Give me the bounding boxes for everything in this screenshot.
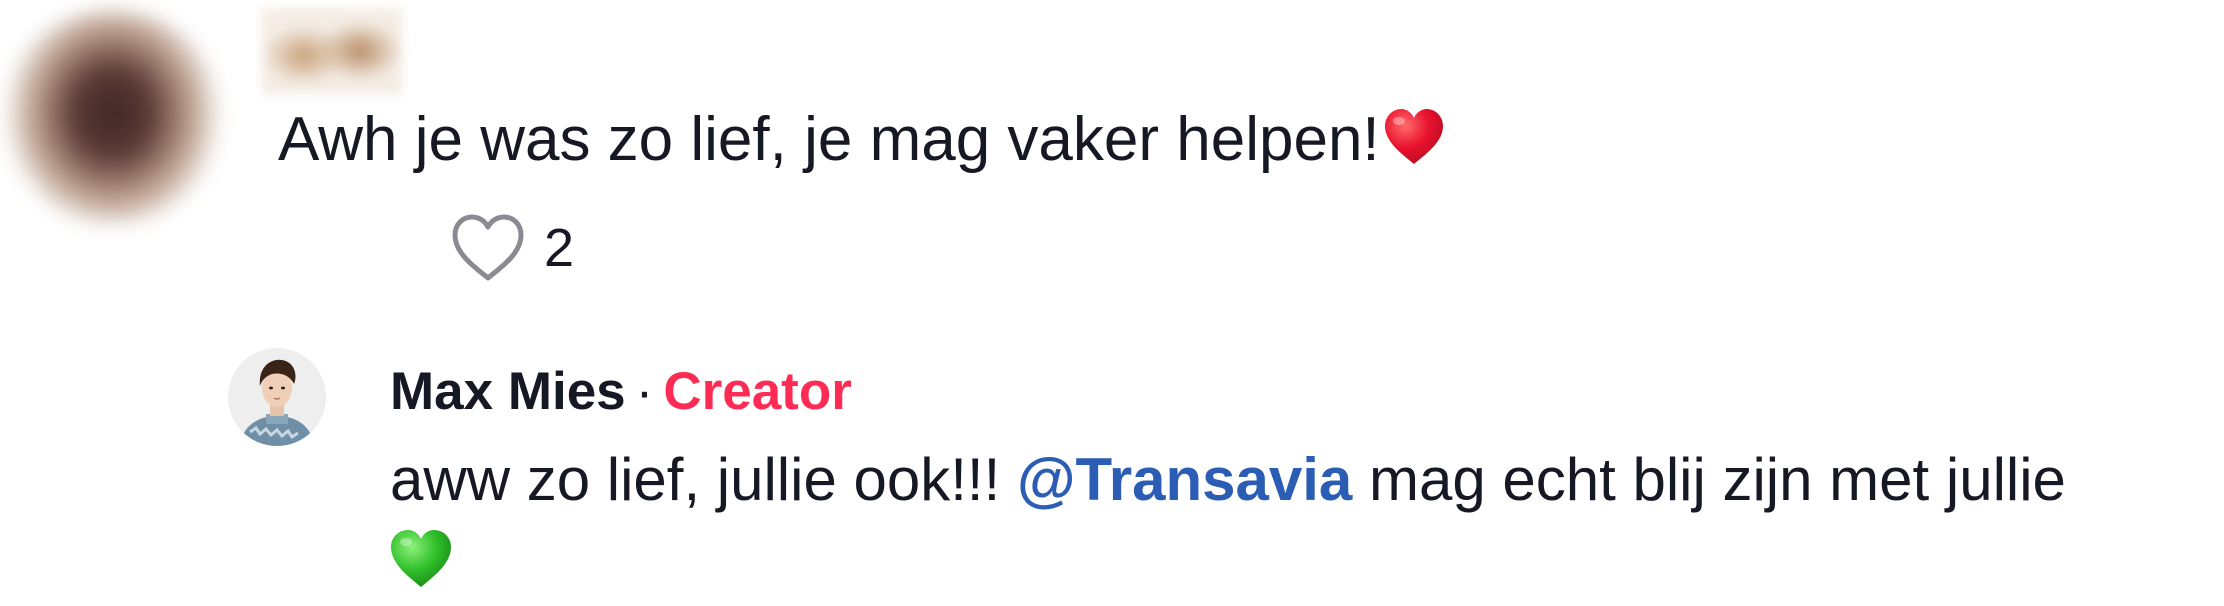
reply-text-before: aww zo lief, jullie ook!!! [390, 446, 1017, 513]
red-heart-emoji-icon [1384, 108, 1443, 164]
header-separator: · [635, 362, 654, 421]
creator-badge: Creator [663, 362, 852, 421]
commenter-username-blurred[interactable] [262, 8, 402, 94]
comment-text: Awh je was zo lief, je mag vaker helpen! [278, 105, 1380, 174]
creator-avatar-image [228, 348, 326, 446]
creator-avatar[interactable] [228, 348, 326, 446]
commenter-avatar[interactable] [0, 10, 225, 225]
green-heart-emoji-icon [391, 530, 451, 587]
like-count: 2 [544, 218, 575, 278]
reply-author-name[interactable]: Max Mies [390, 362, 626, 421]
heart-outline-icon[interactable] [450, 212, 526, 284]
reply-header: Max Mies · Creator [390, 356, 852, 428]
comment-body: Awh je was zo lief, je mag vaker helpen! [278, 100, 1446, 180]
reply-text-after: mag echt blij zijn met jullie [1352, 446, 2066, 513]
like-row: 2 [450, 208, 574, 288]
mention-link[interactable]: @Transavia [1017, 446, 1352, 513]
reply-body: aww zo lief, jullie ook!!! @Transavia ma… [390, 440, 2066, 520]
